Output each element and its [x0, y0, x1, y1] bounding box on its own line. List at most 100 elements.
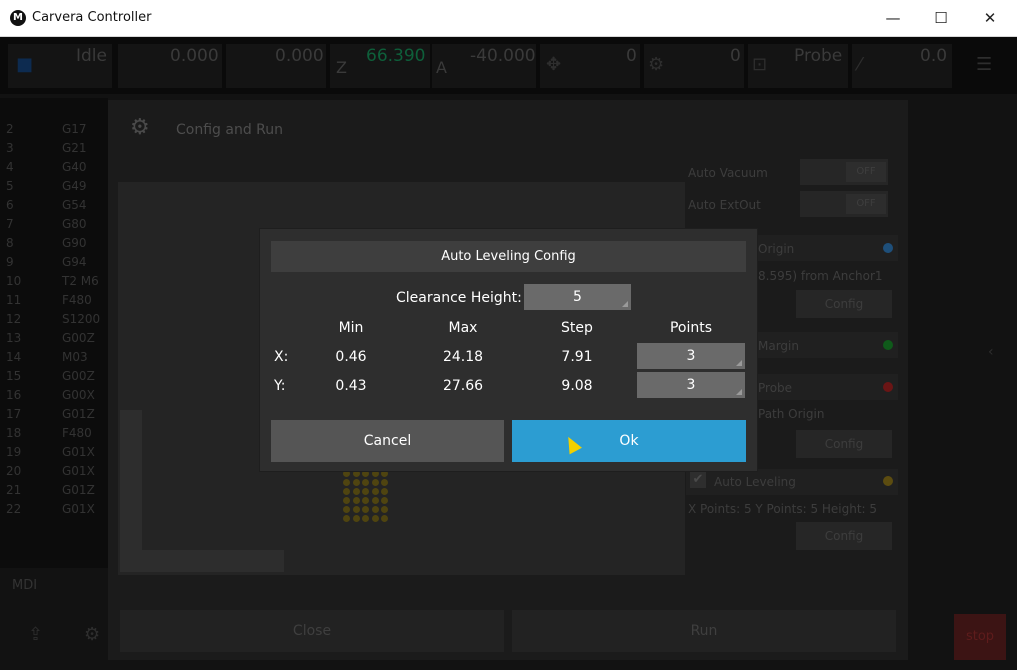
upload-icon[interactable]: ⇪	[28, 624, 43, 645]
gcode-line-code: F480	[62, 293, 92, 307]
gcode-line[interactable]: 7 G80	[0, 217, 108, 235]
leveling-point	[371, 497, 379, 504]
gcode-line[interactable]: 5 G49	[0, 179, 108, 197]
gcode-line[interactable]: 21 G01Z	[0, 483, 108, 501]
gcode-line[interactable]: 12 S1200	[0, 312, 108, 330]
run-button[interactable]: Run	[512, 610, 896, 652]
gear-icon: ⚙	[130, 115, 150, 140]
gcode-line-number: 7	[6, 217, 14, 231]
leveling-point	[343, 515, 350, 522]
a-axis-letter: A	[436, 58, 447, 77]
collapse-panel-icon[interactable]: ‹	[988, 344, 994, 360]
y-points-input[interactable]: 3	[637, 372, 745, 398]
gcode-line-code: G49	[62, 179, 87, 193]
min-header: Min	[338, 320, 364, 336]
origin-config-button[interactable]: Config	[796, 290, 892, 318]
auto-vacuum-toggle[interactable]: OFF	[800, 159, 888, 185]
close-window-button[interactable]: ✕	[966, 0, 1014, 36]
gcode-line[interactable]: 13 G00Z	[0, 331, 108, 349]
gcode-line[interactable]: 22 G01X	[0, 502, 108, 520]
leveling-point	[371, 479, 379, 486]
leveling-point	[381, 515, 388, 522]
x-points-input[interactable]: 3	[637, 343, 745, 369]
close-panel-button[interactable]: Close	[120, 610, 504, 652]
gcode-line[interactable]: 14 M03	[0, 350, 108, 368]
auto-leveling-summary: X Points: 5 Y Points: 5 Height: 5	[688, 502, 878, 516]
gcode-line[interactable]: 19 G01X	[0, 445, 108, 463]
gcode-line-number: 20	[6, 464, 22, 478]
probe-icon: ⊡	[752, 54, 768, 75]
x-min-value: 0.46	[335, 349, 367, 365]
maximize-button[interactable]: ☐	[917, 0, 965, 36]
gcode-line-number: 6	[6, 198, 14, 212]
gcode-line-number: 19	[6, 445, 22, 459]
margin-status-dot	[883, 340, 893, 350]
leveling-point	[343, 497, 350, 504]
auto-leveling-config-button[interactable]: Config	[796, 522, 892, 550]
leveling-point	[371, 488, 379, 495]
x-max-value: 24.18	[442, 349, 484, 365]
gcode-line[interactable]: 6 G54	[0, 198, 108, 216]
gcode-line-code: F480	[62, 426, 92, 440]
mdi-input[interactable]: MDI	[12, 578, 37, 593]
gcode-line-number: 16	[6, 388, 22, 402]
gcode-line-code: G94	[62, 255, 87, 269]
gcode-line[interactable]: 15 G00Z	[0, 369, 108, 387]
gcode-line-number: 12	[6, 312, 22, 326]
gcode-line-code: G90	[62, 236, 87, 250]
x-step-value: 7.91	[561, 349, 593, 365]
stop-button[interactable]: stop	[954, 614, 1006, 660]
leveling-point	[343, 506, 350, 513]
gcode-line-number: 2	[6, 122, 14, 136]
gcode-line[interactable]: 18 F480	[0, 426, 108, 444]
gcode-line-code: G01Z	[62, 407, 95, 421]
probe-status: Probe	[794, 46, 843, 66]
origin-label: Origin	[758, 242, 795, 256]
leveling-point	[352, 506, 360, 513]
gcode-line[interactable]: 10 T2 M6	[0, 274, 108, 292]
leveling-point	[352, 497, 360, 504]
gcode-line-code: G21	[62, 141, 87, 155]
gcode-line[interactable]: 17 G01Z	[0, 407, 108, 425]
leveling-point	[381, 470, 388, 477]
zprobe-config-button[interactable]: Config	[796, 430, 892, 458]
gcode-line-code: T2 M6	[62, 274, 99, 288]
gcode-line[interactable]: 2 G17	[0, 122, 108, 140]
feed-value: 0	[626, 46, 637, 66]
clearance-height-input[interactable]: 5	[524, 284, 631, 310]
origin-description: 8.595) from Anchor1	[758, 269, 883, 283]
gcode-line[interactable]: 20 G01X	[0, 464, 108, 482]
gcode-line-code: G01Z	[62, 483, 95, 497]
machine-icon: ■	[16, 54, 34, 75]
step-header: Step	[561, 320, 593, 336]
gcode-line-code: G54	[62, 198, 87, 212]
leveling-point	[381, 497, 388, 504]
gcode-line-number: 8	[6, 236, 14, 250]
gcode-line-code: G40	[62, 160, 87, 174]
toggle-state: OFF	[846, 162, 886, 182]
minimize-button[interactable]: —	[869, 0, 917, 36]
auto-leveling-checkbox[interactable]: ✔	[690, 472, 706, 488]
gcode-line[interactable]: 9 G94	[0, 255, 108, 273]
laser-value: 0.0	[920, 46, 948, 66]
zprobe-label: Probe	[758, 381, 793, 395]
origin-status-dot	[883, 243, 893, 253]
gcode-line-number: 13	[6, 331, 22, 345]
gcode-line[interactable]: 11 F480	[0, 293, 108, 311]
gcode-line-code: G17	[62, 122, 87, 136]
menu-icon[interactable]: ☰	[976, 54, 992, 75]
cancel-button[interactable]: Cancel	[271, 420, 504, 462]
feed-icon: ✥	[546, 54, 562, 75]
gcode-line-number: 3	[6, 141, 14, 155]
gcode-line[interactable]: 8 G90	[0, 236, 108, 254]
points-header: Points	[669, 320, 713, 336]
gcode-line[interactable]: 16 G00X	[0, 388, 108, 406]
ok-button[interactable]: Ok	[512, 420, 746, 462]
settings-icon[interactable]: ⚙	[84, 624, 100, 645]
auto-extout-toggle[interactable]: OFF	[800, 191, 888, 217]
gcode-line-number: 4	[6, 160, 14, 174]
gcode-line[interactable]: 3 G21	[0, 141, 108, 159]
gcode-line-code: G00Z	[62, 369, 95, 383]
gcode-line[interactable]: 4 G40	[0, 160, 108, 178]
y-step-value: 9.08	[561, 378, 593, 394]
